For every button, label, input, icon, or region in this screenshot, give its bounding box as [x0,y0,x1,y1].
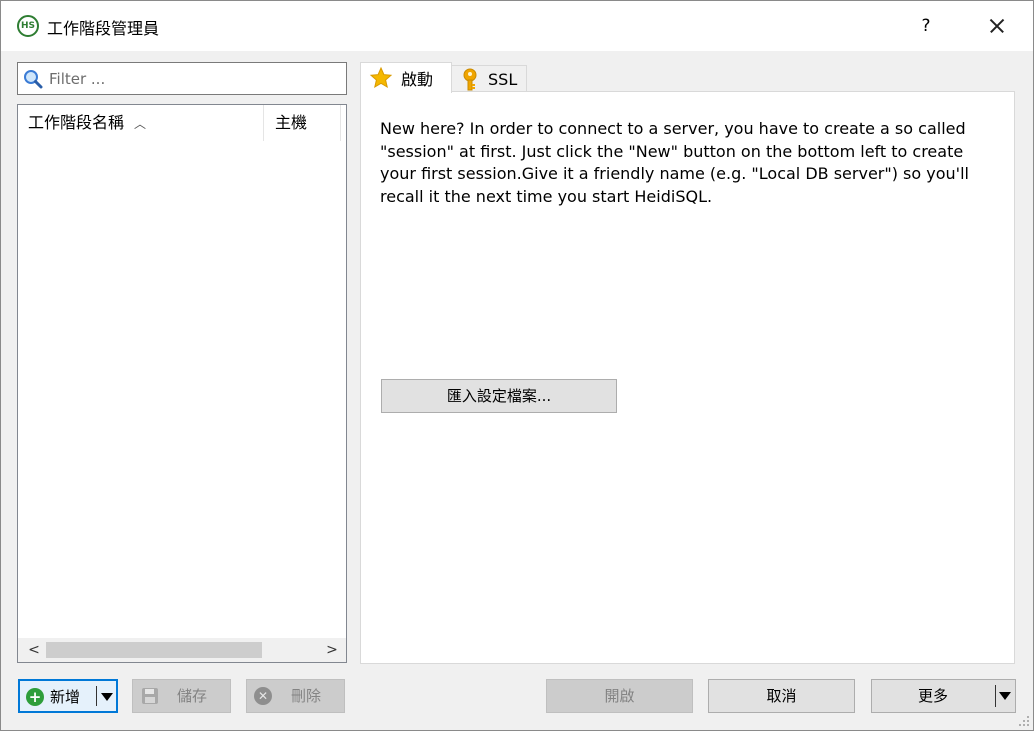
split-divider [96,686,97,706]
column-header-session-name[interactable]: 工作階段名稱 ︿ [18,105,264,141]
filter-input[interactable] [47,66,342,91]
heidisql-app-icon: HS [17,15,39,37]
dropdown-arrow-icon[interactable] [101,693,113,701]
more-button-label: 更多 [917,687,948,705]
column-header-host[interactable]: 主機 [265,105,341,141]
new-session-button[interactable]: + 新增 [18,679,118,713]
delete-button-label: 刪除 [291,687,322,705]
scrollbar-thumb[interactable] [46,642,262,658]
help-button[interactable]: ? [909,11,943,41]
session-manager-window: HS 工作階段管理員 ? 工作階段名稱 ︿ 主機 < > 啟動 [0,0,1034,731]
intro-text: New here? In order to connect to a serve… [380,119,969,206]
column-label-session-name: 工作階段名稱 [28,113,125,132]
import-settings-button[interactable]: 匯入設定檔案... [381,379,617,413]
tab-start-label: 啟動 [401,70,434,89]
delete-button[interactable]: ✕ 刪除 [246,679,345,713]
open-button[interactable]: 開啟 [546,679,693,713]
sort-ascending-icon: ︿ [134,117,147,131]
save-button[interactable]: 儲存 [132,679,231,713]
more-button[interactable]: 更多 [871,679,1016,713]
tab-ssl-label: SSL [488,70,518,89]
plus-icon: + [26,688,44,706]
delete-x-icon: ✕ [254,687,272,705]
search-icon [24,70,43,89]
tab-start[interactable]: 啟動 [360,62,452,93]
scroll-left-icon[interactable]: < [22,638,46,662]
save-button-label: 儲存 [177,687,208,705]
filter-box[interactable] [17,62,347,95]
new-button-label: 新增 [50,688,81,706]
horizontal-scrollbar[interactable]: < > [18,638,346,662]
app-icon-label: HS [20,21,35,31]
floppy-disk-icon [142,688,158,704]
dropdown-arrow-icon[interactable] [999,692,1011,700]
star-icon [369,66,393,89]
key-icon [463,68,477,90]
resize-grip-icon[interactable] [1016,713,1030,727]
window-title: 工作階段管理員 [47,19,160,38]
scroll-right-icon[interactable]: > [320,638,344,662]
close-icon[interactable] [977,11,1015,41]
session-list[interactable]: 工作階段名稱 ︿ 主機 < > [17,104,347,663]
title-bar: HS 工作階段管理員 ? [1,1,1033,51]
tab-ssl[interactable]: SSL [451,65,527,93]
split-divider [995,685,996,707]
cancel-button[interactable]: 取消 [708,679,855,713]
